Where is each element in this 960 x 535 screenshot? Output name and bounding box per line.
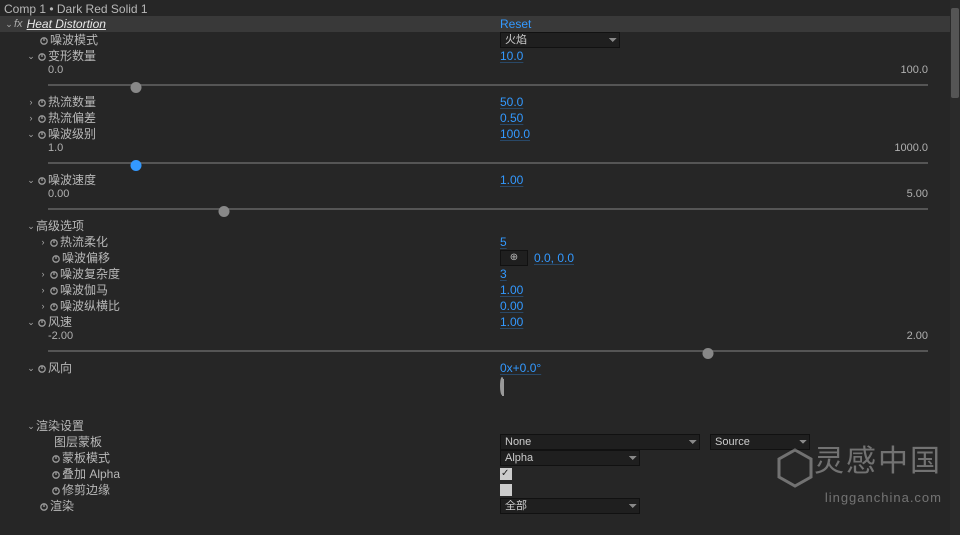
param-noise-complexity[interactable]: › 噪波复杂度 3 (0, 266, 960, 282)
param-render-select[interactable]: 渲染 全部 (0, 498, 960, 514)
gamma-value[interactable]: 1.00 (500, 282, 523, 298)
noise-slider-labels: 1.0 1000.0 (0, 142, 960, 158)
twirl-icon[interactable]: ⌄ (26, 172, 36, 188)
twirl-icon[interactable]: ⌄ (26, 418, 36, 434)
param-noise-mode[interactable]: 噪波模式 火焰 (0, 32, 960, 48)
expand-icon[interactable]: › (38, 234, 48, 250)
param-overlay-alpha[interactable]: 叠加 Alpha (0, 466, 960, 482)
fx-badge[interactable]: fx (14, 18, 23, 30)
param-noise-speed[interactable]: ⌄ 噪波速度 1.00 (0, 172, 960, 188)
wind-dir-dial-row (0, 376, 960, 418)
stopwatch-icon[interactable] (48, 298, 60, 314)
expand-icon[interactable]: › (26, 94, 36, 110)
stopwatch-icon[interactable] (48, 234, 60, 250)
complexity-value[interactable]: 3 (500, 266, 507, 282)
expand-icon[interactable]: › (38, 266, 48, 282)
effect-header[interactable]: ⌄ fx Heat Distortion Reset (0, 16, 960, 32)
group-render[interactable]: ⌄ 渲染设置 (0, 418, 960, 434)
param-heat-flow[interactable]: › 热流数量 50.0 (0, 94, 960, 110)
angle-dial[interactable] (500, 377, 504, 395)
wind-dir-value[interactable]: 0x+0.0° (500, 360, 541, 376)
wind-slider-labels: -2.00 2.00 (0, 330, 960, 346)
slider-thumb[interactable] (703, 348, 714, 359)
expand-icon[interactable]: › (38, 298, 48, 314)
stopwatch-icon[interactable] (38, 32, 50, 48)
stopwatch-icon[interactable] (36, 314, 48, 330)
heat-flow-value[interactable]: 50.0 (500, 94, 523, 110)
stopwatch-icon[interactable] (50, 482, 62, 498)
param-mask-mode[interactable]: 蒙板模式 Alpha (0, 450, 960, 466)
wind-slider[interactable] (0, 346, 960, 360)
scrollbar-thumb[interactable] (951, 8, 959, 98)
wind-speed-value[interactable]: 1.00 (500, 314, 523, 330)
stopwatch-icon[interactable] (50, 450, 62, 466)
param-clip-edges[interactable]: 修剪边缘 (0, 482, 960, 498)
layer-source-select[interactable]: Source (710, 434, 810, 450)
param-wind-speed[interactable]: ⌄ 风速 1.00 (0, 314, 960, 330)
breadcrumb: Comp 1 • Dark Red Solid 1 (0, 0, 960, 16)
twirl-icon[interactable]: ⌄ (26, 360, 36, 376)
noise-speed-value[interactable]: 1.00 (500, 172, 523, 188)
slider-thumb[interactable] (219, 206, 230, 217)
layer-mask-select[interactable]: None (500, 434, 700, 450)
speed-slider-labels: 0.00 5.00 (0, 188, 960, 204)
param-heat-bias[interactable]: › 热流偏差 0.50 (0, 110, 960, 126)
stopwatch-icon[interactable] (48, 282, 60, 298)
slider-thumb[interactable] (131, 82, 142, 93)
twirl-icon[interactable]: ⌄ (4, 19, 14, 30)
scrollbar[interactable] (950, 0, 960, 535)
stopwatch-icon[interactable] (48, 266, 60, 282)
mask-mode-select[interactable]: Alpha (500, 450, 640, 466)
group-advanced[interactable]: ⌄ 高级选项 (0, 218, 960, 234)
distort-slider[interactable] (0, 80, 960, 94)
param-noise-offset[interactable]: 噪波偏移 ⊕ 0.0, 0.0 (0, 250, 960, 266)
speed-slider[interactable] (0, 204, 960, 218)
twirl-icon[interactable]: ⌄ (26, 48, 36, 64)
twirl-icon[interactable]: ⌄ (26, 314, 36, 330)
softness-value[interactable]: 5 (500, 234, 507, 250)
reset-link[interactable]: Reset (500, 17, 531, 31)
stopwatch-icon[interactable] (50, 250, 62, 266)
clip-edges-checkbox[interactable] (500, 484, 512, 496)
stopwatch-icon[interactable] (36, 172, 48, 188)
aspect-value[interactable]: 0.00 (500, 298, 523, 314)
distort-value[interactable]: 10.0 (500, 48, 523, 64)
effect-name[interactable]: Heat Distortion (27, 17, 106, 31)
param-distort-amount[interactable]: ⌄ 变形数量 10.0 (0, 48, 960, 64)
offset-value[interactable]: 0.0, 0.0 (534, 250, 574, 266)
noise-mode-select[interactable]: 火焰 (500, 32, 620, 48)
param-layer-mask[interactable]: 图层蒙板 None Source (0, 434, 960, 450)
noise-level-value[interactable]: 100.0 (500, 126, 530, 142)
stopwatch-icon[interactable] (38, 498, 50, 514)
slider-thumb[interactable] (131, 160, 142, 171)
param-wind-direction[interactable]: ⌄ 风向 0x+0.0° (0, 360, 960, 376)
param-noise-aspect[interactable]: › 噪波纵横比 0.00 (0, 298, 960, 314)
target-icon[interactable]: ⊕ (500, 250, 528, 266)
param-noise-level[interactable]: ⌄ 噪波级别 100.0 (0, 126, 960, 142)
overlay-alpha-checkbox[interactable] (500, 468, 512, 480)
stopwatch-icon[interactable] (36, 126, 48, 142)
heat-bias-value[interactable]: 0.50 (500, 110, 523, 126)
stopwatch-icon[interactable] (50, 466, 62, 482)
stopwatch-icon[interactable] (36, 94, 48, 110)
expand-icon[interactable]: › (26, 110, 36, 126)
expand-icon[interactable]: › (38, 282, 48, 298)
param-noise-gamma[interactable]: › 噪波伽马 1.00 (0, 282, 960, 298)
render-select[interactable]: 全部 (500, 498, 640, 514)
twirl-icon[interactable]: ⌄ (26, 126, 36, 142)
stopwatch-icon[interactable] (36, 110, 48, 126)
stopwatch-icon[interactable] (36, 48, 48, 64)
twirl-icon[interactable]: ⌄ (26, 218, 36, 234)
noise-slider[interactable] (0, 158, 960, 172)
distort-slider-labels: 0.0 100.0 (0, 64, 960, 80)
param-heat-softness[interactable]: › 热流柔化 5 (0, 234, 960, 250)
stopwatch-icon[interactable] (36, 360, 48, 376)
